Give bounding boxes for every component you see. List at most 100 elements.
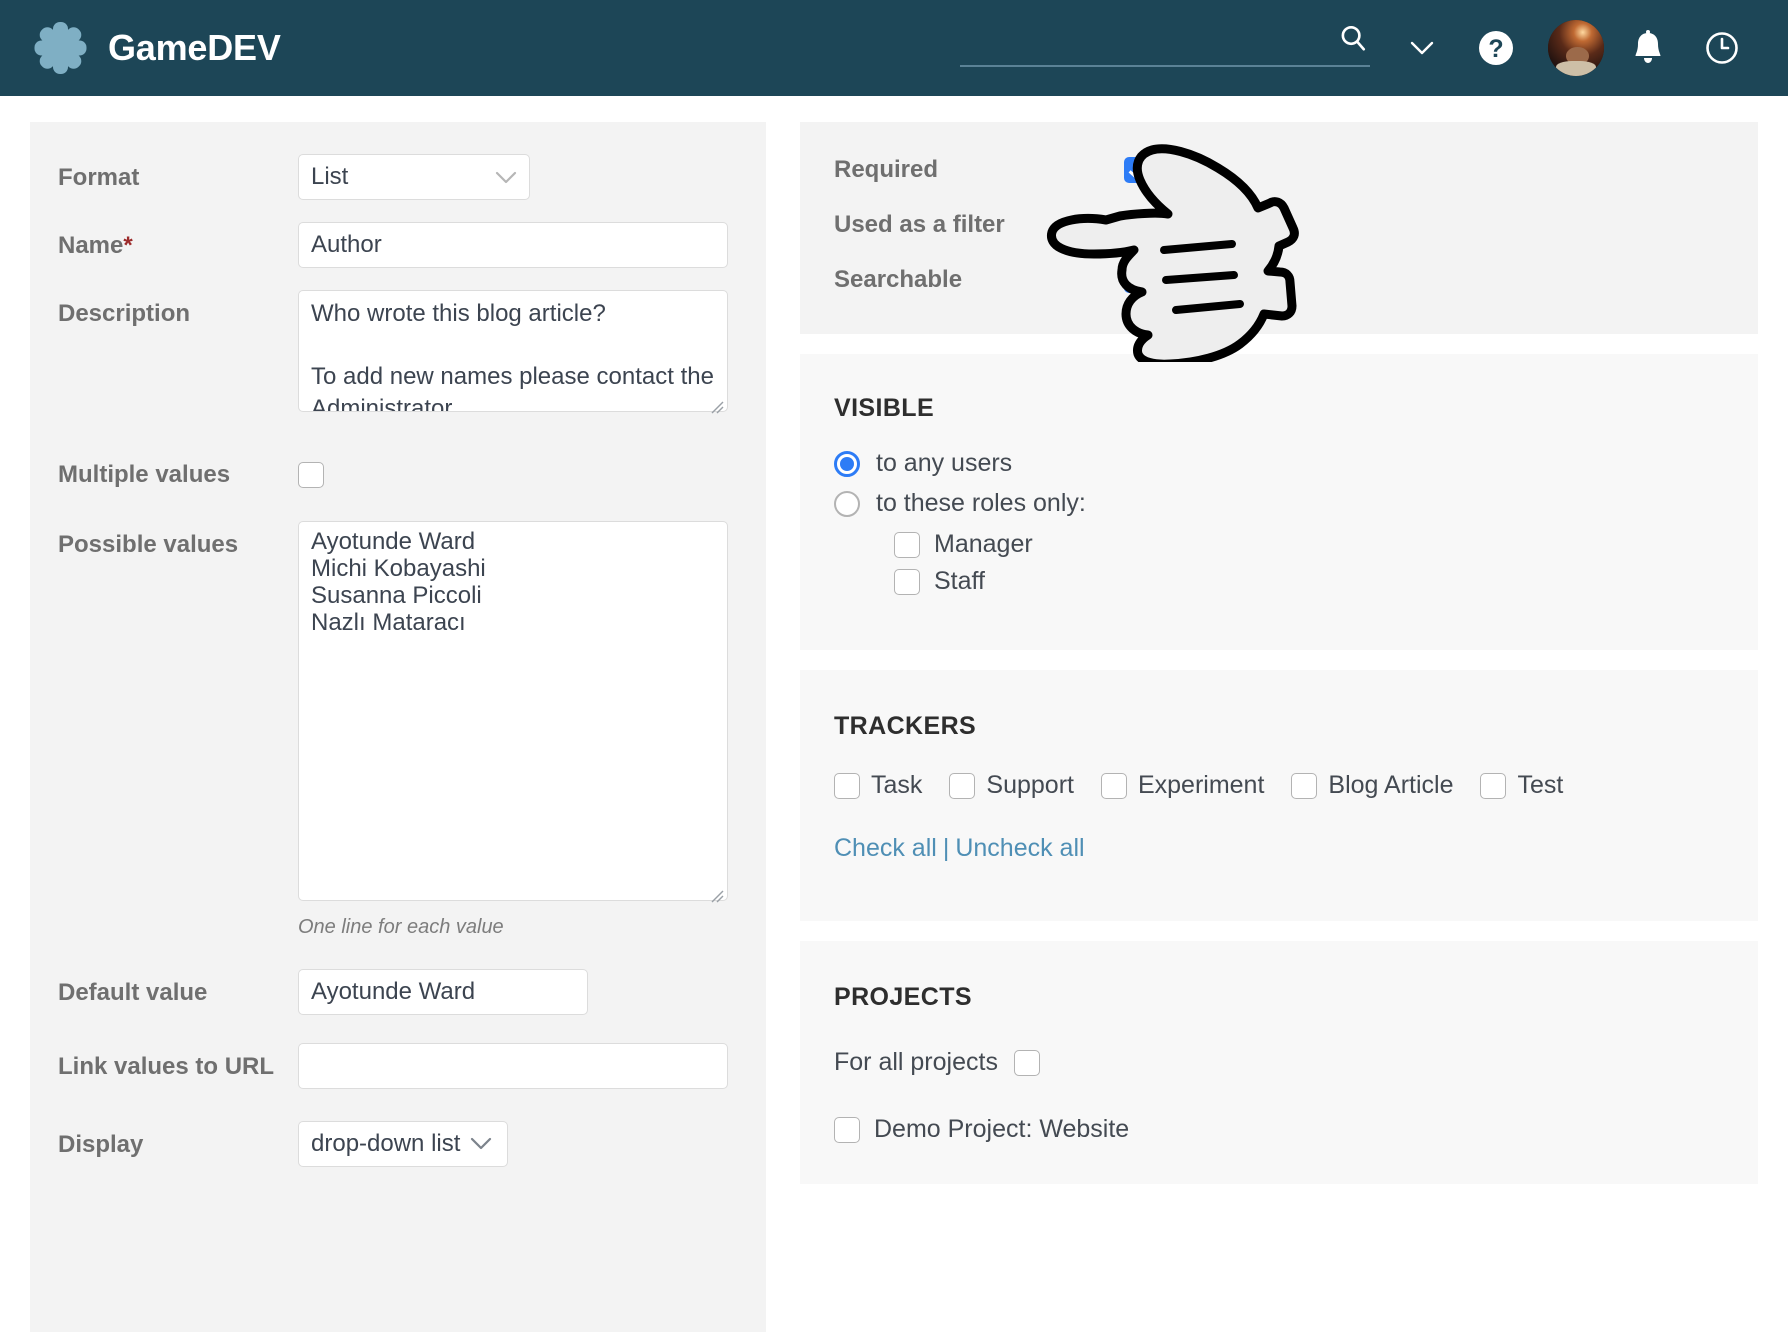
- flag-row-required: Required: [834, 156, 1724, 184]
- searchable-checkbox[interactable]: [1124, 267, 1150, 293]
- radio-roles-only-label: to these roles only:: [876, 489, 1086, 517]
- for-all-projects-label: For all projects: [834, 1048, 998, 1076]
- link-values-url-input[interactable]: [298, 1042, 728, 1089]
- check-all-link[interactable]: Check all: [834, 834, 937, 862]
- tracker-test-checkbox[interactable]: [1480, 772, 1507, 799]
- field-row-link-values-url: Link values to URL: [58, 1042, 750, 1089]
- bulk-actions-separator: |: [942, 834, 950, 862]
- tracker-task[interactable]: Task: [834, 771, 922, 800]
- manager-label: Manager: [934, 530, 1033, 558]
- required-label: Required: [834, 156, 939, 183]
- tracker-task-checkbox[interactable]: [834, 772, 860, 799]
- brand-name: GameDEV: [108, 27, 281, 68]
- tracker-support-label: Support: [986, 771, 1074, 799]
- staff-checkbox[interactable]: [894, 568, 920, 595]
- projects-section-title: PROJECTS: [834, 983, 972, 1011]
- asterisk-logo-icon: [34, 22, 86, 74]
- used-as-filter-checkbox[interactable]: [1124, 212, 1150, 238]
- tracker-blog-article-checkbox[interactable]: [1291, 772, 1318, 799]
- display-label: Display: [58, 1130, 144, 1158]
- field-row-possible-values: Possible values One line for each value: [58, 520, 750, 939]
- staff-label: Staff: [934, 567, 985, 595]
- chevron-down-icon: [471, 1138, 492, 1150]
- tracker-support-checkbox[interactable]: [949, 772, 976, 799]
- format-label: Format: [58, 164, 140, 191]
- possible-values-label: Possible values: [58, 530, 239, 558]
- brand[interactable]: GameDEV: [34, 22, 281, 74]
- link-values-url-label: Link values to URL: [58, 1052, 275, 1080]
- for-all-projects-checkbox[interactable]: [1013, 1049, 1040, 1076]
- field-flags-card: Required Used as a filter Searchable: [800, 122, 1758, 334]
- manager-checkbox[interactable]: [894, 531, 920, 558]
- tracker-experiment-checkbox[interactable]: [1100, 772, 1127, 799]
- uncheck-all-link[interactable]: Uncheck all: [955, 834, 1084, 862]
- trackers-section-title: TRACKERS: [834, 712, 977, 740]
- svg-text:?: ?: [1488, 35, 1503, 63]
- trackers-bulk-actions: Check all | Uncheck all: [834, 834, 1724, 863]
- multiple-values-checkbox[interactable]: [298, 462, 324, 488]
- used-as-filter-label: Used as a filter: [834, 211, 1005, 238]
- display-value: drop-down list: [311, 1129, 461, 1157]
- possible-values-textarea[interactable]: [298, 520, 728, 901]
- possible-values-hint: One line for each value: [298, 915, 504, 938]
- field-row-default-value: Default value: [58, 968, 750, 1015]
- avatar[interactable]: [1548, 20, 1604, 76]
- projects-card: PROJECTS For all projects Demo Project: …: [800, 941, 1758, 1184]
- tracker-support[interactable]: Support: [949, 771, 1074, 800]
- multiple-values-label: Multiple values: [58, 461, 231, 488]
- tracker-experiment[interactable]: Experiment: [1100, 771, 1265, 800]
- format-value: List: [311, 163, 349, 190]
- project-demo-website-checkbox[interactable]: [834, 1116, 860, 1143]
- trackers-card: TRACKERS Task Support Experiment Blog Ar…: [800, 670, 1758, 921]
- description-label: Description: [58, 300, 191, 327]
- format-select[interactable]: List: [298, 154, 530, 200]
- visible-option-roles-only[interactable]: to these roles only:: [834, 489, 1724, 518]
- searchable-label: Searchable: [834, 266, 963, 293]
- search-input[interactable]: [960, 29, 1370, 67]
- flag-row-searchable: Searchable: [834, 266, 1724, 294]
- custom-field-form-panel: Format List Name* De: [30, 122, 766, 1332]
- tracker-blog-article-label: Blog Article: [1328, 771, 1454, 799]
- name-input[interactable]: [298, 222, 728, 268]
- for-all-projects-row[interactable]: For all projects: [834, 1048, 1724, 1077]
- default-value-label: Default value: [58, 978, 208, 1006]
- display-select[interactable]: drop-down list: [298, 1120, 508, 1167]
- name-label-text: Name: [58, 232, 124, 259]
- visible-card: VISIBLE to any users to these roles only…: [800, 144, 1758, 650]
- project-demo-website-row[interactable]: Demo Project: Website: [834, 1115, 1724, 1144]
- search-box[interactable]: [960, 25, 1370, 67]
- field-row-description: Description: [58, 290, 750, 417]
- flag-row-used-as-filter: Used as a filter: [834, 211, 1724, 239]
- description-textarea[interactable]: [298, 290, 728, 412]
- search-icon[interactable]: [1338, 23, 1368, 53]
- required-marker: *: [123, 232, 133, 259]
- right-column: Required Used as a filter Searchable VIS…: [800, 122, 1758, 1184]
- tracker-task-label: Task: [871, 771, 923, 799]
- tracker-test[interactable]: Test: [1480, 771, 1563, 800]
- visible-option-any-users[interactable]: to any users: [834, 449, 1724, 478]
- field-row-multiple-values: Multiple values: [58, 451, 750, 491]
- trackers-list: Task Support Experiment Blog Article Tes…: [834, 771, 1724, 800]
- help-icon[interactable]: ?: [1466, 18, 1526, 78]
- default-value-input[interactable]: [298, 968, 588, 1015]
- chevron-down-icon[interactable]: [1392, 18, 1452, 78]
- role-row-staff[interactable]: Staff: [894, 567, 1724, 596]
- name-label: Name*: [58, 222, 298, 262]
- tracker-blog-article[interactable]: Blog Article: [1291, 771, 1453, 800]
- tracker-test-label: Test: [1517, 771, 1564, 799]
- radio-any-users[interactable]: [834, 450, 860, 477]
- header-actions: ?: [960, 18, 1752, 78]
- page-body: Format List Name* De: [0, 96, 1788, 1332]
- field-row-format: Format List: [58, 154, 750, 200]
- visible-section-title: VISIBLE: [834, 394, 935, 422]
- tracker-experiment-label: Experiment: [1137, 771, 1265, 799]
- recent-clock-icon[interactable]: [1692, 18, 1752, 78]
- required-checkbox[interactable]: [1124, 157, 1150, 183]
- role-row-manager[interactable]: Manager: [894, 530, 1724, 559]
- radio-roles-only[interactable]: [834, 490, 860, 517]
- notifications-bell-icon[interactable]: [1618, 18, 1678, 78]
- radio-any-users-label: to any users: [876, 449, 1013, 477]
- app-header: GameDEV ?: [0, 0, 1788, 96]
- chevron-down-icon: [495, 171, 517, 183]
- field-row-name: Name*: [58, 222, 750, 268]
